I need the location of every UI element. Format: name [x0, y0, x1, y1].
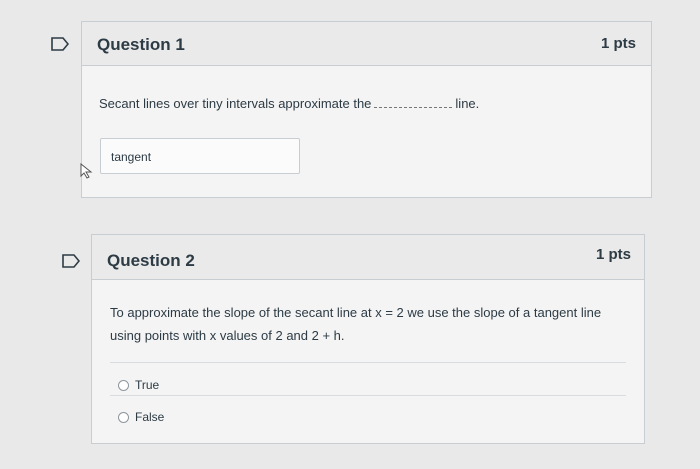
question-1-text-after: line.: [455, 96, 480, 111]
option-false[interactable]: False: [118, 410, 164, 424]
radio-button[interactable]: [118, 411, 129, 423]
divider: [110, 362, 626, 363]
question-1-card: Question 1 1 pts Secant lines over tiny …: [81, 21, 652, 198]
question-2-title: Question 2: [107, 251, 195, 270]
question-1-header: Question 1 1 pts: [82, 22, 651, 66]
question-2-header: Question 2 1 pts: [92, 235, 644, 280]
mouse-cursor-icon: [80, 162, 94, 184]
option-true[interactable]: True: [118, 378, 159, 392]
question-1-points: 1 pts: [600, 35, 636, 52]
question-2-points: 1 pts: [595, 246, 631, 263]
answer-value: tangent: [111, 150, 152, 164]
divider: [110, 395, 626, 396]
flag-question-icon[interactable]: [62, 254, 80, 268]
question-1-text-before: Secant lines over tiny intervals approxi…: [99, 96, 372, 111]
answer-blank: [374, 98, 453, 108]
answer-input[interactable]: tangent: [100, 138, 300, 174]
option-label: True: [135, 378, 160, 392]
question-2-card: Question 2 1 pts To approximate the slop…: [91, 234, 645, 444]
question-2-text-line-1: To approximate the slope of the secant l…: [110, 305, 602, 320]
question-1-text: Secant lines over tiny intervals approxi…: [99, 92, 479, 115]
question-2-text-line-2: using points with x values of 2 and 2 + …: [110, 328, 345, 343]
question-1-title: Question 1: [97, 35, 185, 54]
flag-question-icon[interactable]: [51, 37, 69, 51]
option-label: False: [135, 410, 165, 424]
question-2-text: To approximate the slope of the secant l…: [110, 301, 601, 347]
radio-button[interactable]: [118, 379, 129, 391]
